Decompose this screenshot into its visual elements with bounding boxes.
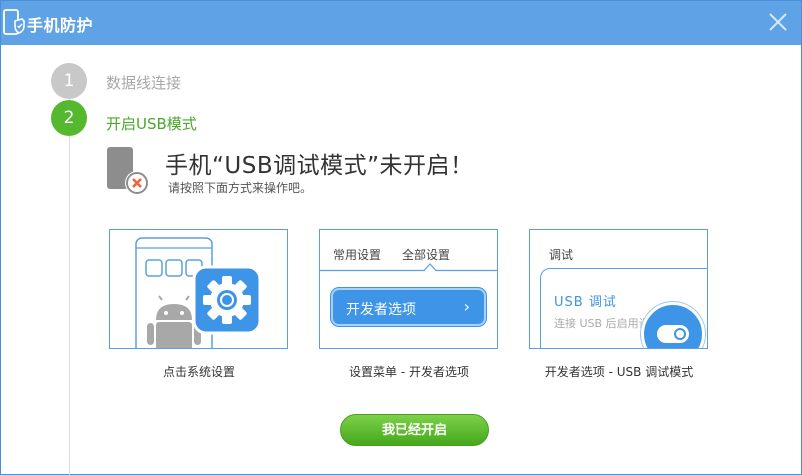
step-2-label: 开启USB模式 <box>106 115 197 133</box>
confirm-enabled-button[interactable]: 我已经开启 <box>340 414 489 446</box>
developer-options-label: 开发者选项 <box>346 302 416 318</box>
tab-common-settings[interactable]: 常用设置 <box>333 246 381 263</box>
debug-section-title: 调试 <box>549 248 574 262</box>
step-card-system-settings <box>109 229 288 349</box>
window-title: 手机防护 <box>27 16 94 35</box>
phone-protection-window: 手机防护 1 数据线连接 2 开启USB模式 手机“USB调试模式”未开启！ 请… <box>0 0 802 475</box>
active-tab-indicator <box>320 263 497 272</box>
usb-debug-panel: USB 调试 连接 USB 后启用调试模式 <box>540 268 707 348</box>
card-3-caption: 开发者选项 - USB 调试模式 <box>544 365 694 379</box>
step-1-label: 数据线连接 <box>106 74 182 92</box>
tab-all-settings[interactable]: 全部设置 <box>402 246 450 263</box>
close-icon[interactable] <box>767 11 789 33</box>
card-1-caption: 点击系统设置 <box>162 365 235 379</box>
headline-title: 手机“USB调试模式”未开启！ <box>165 153 474 179</box>
headline-subtitle: 请按照下面方式来操作吧。 <box>168 181 313 195</box>
step-card-usb-debugging: 调试 USB 调试 连接 USB 后启用调试模式 <box>529 229 708 349</box>
phone-settings-illustration <box>135 237 262 348</box>
toggle-knob <box>674 328 686 340</box>
step-card-developer-options: 常用设置 全部设置 开发者选项 › <box>319 229 498 349</box>
card-2-caption: 设置菜单 - 开发者选项 <box>349 365 469 379</box>
title-bar: 手机防护 <box>1 1 801 45</box>
developer-options-button[interactable]: 开发者选项 › <box>331 288 486 326</box>
chevron-right-icon: › <box>463 297 470 316</box>
toggle-highlight <box>641 302 705 348</box>
usb-debug-label: USB 调试 <box>554 295 617 310</box>
phone-shield-icon <box>3 9 25 35</box>
step-2-number: 2 <box>51 100 87 136</box>
settings-gear-icon <box>203 276 251 324</box>
step-1-number: 1 <box>51 63 87 99</box>
phone-error-icon <box>107 147 149 195</box>
usb-debug-toggle[interactable] <box>657 325 689 343</box>
